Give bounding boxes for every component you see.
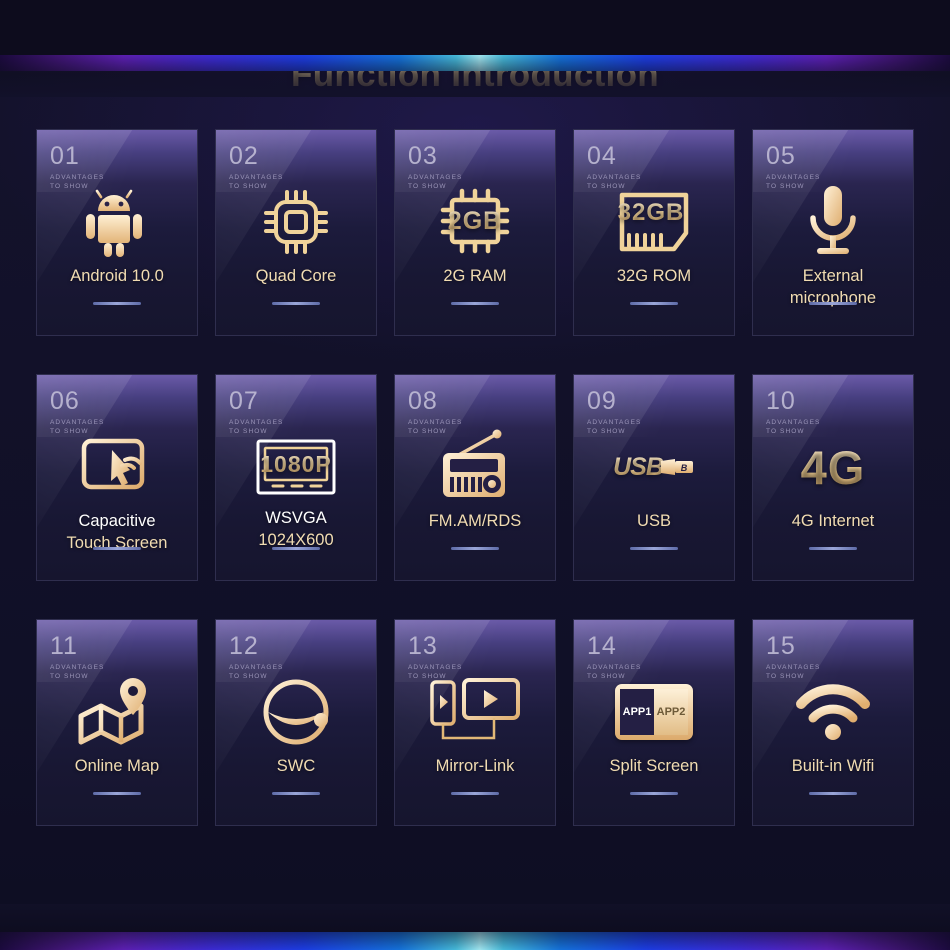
split-screen-app2-pane: APP2 — [654, 689, 688, 735]
feature-card-ram[interactable]: 03 ADVANTAGES TO SHOW 2GB 2G RAM — [394, 129, 556, 336]
sd-card-icon: 32GB — [574, 176, 734, 268]
card-accent-rule — [630, 792, 678, 795]
monitor-resolution-label: 1080P — [260, 450, 332, 477]
card-label: Built-in Wifi — [791, 757, 875, 775]
touch-screen-icon — [37, 421, 197, 513]
card-accent-rule — [93, 547, 141, 550]
card-label: WSVGA 1024X600 — [222, 508, 370, 552]
card-label: Online Map — [74, 757, 160, 775]
usb-logo-label: USB — [613, 452, 664, 481]
feature-card-resolution[interactable]: 07 ADVANTAGES TO SHOW 1080P WSVGA 1024X6… — [215, 374, 377, 581]
card-number: 15 — [766, 632, 796, 660]
feature-card-4g[interactable]: 10 ADVANTAGES TO SHOW 4G 4G Internet — [752, 374, 914, 581]
card-accent-rule — [93, 302, 141, 305]
memory-chip-label: 2GB — [447, 206, 503, 235]
card-accent-rule — [809, 792, 857, 795]
split-screen-icon: APP1 APP2 — [574, 666, 734, 758]
card-number: 10 — [766, 387, 796, 415]
feature-card-wifi[interactable]: 15 ADVANTAGES TO SHOW Built-in Wifi — [752, 619, 914, 826]
feature-card-touch-screen[interactable]: 06 ADVANTAGES TO SHOW Capacitive Touch S… — [36, 374, 198, 581]
card-number: 05 — [766, 142, 796, 170]
sd-card-label: 32GB — [617, 199, 685, 226]
card-number: 08 — [408, 387, 438, 415]
card-label-line1: External — [802, 267, 864, 285]
feature-card-android[interactable]: 01 ADVANTAGES TO SHOW Android 10.0 — [36, 129, 198, 336]
android-icon — [37, 176, 197, 268]
card-label: SWC — [276, 757, 316, 775]
card-accent-rule — [809, 302, 857, 305]
card-number: 02 — [229, 142, 259, 170]
wifi-icon — [753, 666, 913, 758]
four-g-icon: 4G — [753, 421, 913, 513]
card-number: 06 — [50, 387, 80, 415]
card-number: 11 — [50, 632, 78, 660]
feature-card-microphone[interactable]: 05 ADVANTAGES TO SHOW External microphon… — [752, 129, 914, 336]
steering-wheel-icon — [216, 666, 376, 758]
mirror-link-icon — [395, 666, 555, 758]
card-label-line2: microphone — [789, 288, 877, 307]
card-accent-rule — [630, 302, 678, 305]
card-label: 32G ROM — [616, 267, 692, 285]
bottom-gradient-strip — [0, 932, 950, 950]
card-number: 04 — [587, 142, 617, 170]
card-label: Quad Core — [255, 267, 337, 285]
usb-logo-icon: USB B — [574, 421, 734, 513]
card-number: 03 — [408, 142, 438, 170]
feature-card-radio[interactable]: 08 ADVANTAGES TO SHOW FM.AM/RDS — [394, 374, 556, 581]
card-accent-rule — [630, 547, 678, 550]
card-label: Android 10.0 — [70, 267, 164, 285]
card-accent-rule — [93, 792, 141, 795]
card-label: FM.AM/RDS — [428, 512, 522, 530]
split-screen-app1-label: APP1 — [622, 706, 652, 718]
four-g-label: 4G — [800, 440, 866, 494]
feature-card-swc[interactable]: 12 ADVANTAGES TO SHOW SWC — [215, 619, 377, 826]
feature-card-rom[interactable]: 04 ADVANTAGES TO SHOW 32GB 32G ROM — [573, 129, 735, 336]
card-label-line2: Touch Screen — [66, 533, 168, 552]
memory-chip-icon: 2GB — [395, 176, 555, 268]
feature-card-online-map[interactable]: 11 ADVANTAGES TO SHOW Online Map — [36, 619, 198, 826]
card-label: Split Screen — [609, 757, 699, 775]
card-number: 14 — [587, 632, 617, 660]
card-label: 4G Internet — [791, 512, 875, 530]
card-number: 12 — [229, 632, 259, 660]
card-number: 01 — [50, 142, 80, 170]
card-label-line1: Capacitive — [78, 512, 156, 530]
card-label-line1: WSVGA — [265, 509, 327, 527]
feature-card-usb[interactable]: 09 ADVANTAGES TO SHOW USB B USB — [573, 374, 735, 581]
card-accent-rule — [809, 547, 857, 550]
feature-card-mirror-link[interactable]: 13 ADVANTAGES TO SHOW Mirror-Link — [394, 619, 556, 826]
card-accent-rule — [451, 547, 499, 550]
split-screen-app2-label: APP2 — [656, 706, 686, 718]
monitor-icon: 1080P — [216, 421, 376, 513]
feature-card-quad-core[interactable]: 02 ADVANTAGES TO SHOW Quad Core — [215, 129, 377, 336]
page-content: Function Introduction 01 ADVANTAGES TO S… — [0, 55, 950, 950]
card-label: 2G RAM — [443, 267, 507, 285]
feature-grid: 01 ADVANTAGES TO SHOW Android 10.0 02 AD… — [36, 129, 914, 826]
radio-icon — [395, 421, 555, 513]
card-label: Mirror-Link — [435, 757, 515, 775]
top-gradient-strip — [0, 55, 950, 71]
card-accent-rule — [272, 792, 320, 795]
feature-card-split-screen[interactable]: 14 ADVANTAGES TO SHOW APP1 APP2 Split Sc… — [573, 619, 735, 826]
svg-text:B: B — [681, 463, 688, 473]
cpu-chip-icon — [216, 176, 376, 268]
card-accent-rule — [451, 792, 499, 795]
card-number: 09 — [587, 387, 617, 415]
map-pin-icon — [37, 666, 197, 758]
card-accent-rule — [451, 302, 499, 305]
card-accent-rule — [272, 547, 320, 550]
card-number: 07 — [229, 387, 259, 415]
microphone-icon — [753, 176, 913, 268]
card-label: USB — [637, 512, 671, 530]
card-accent-rule — [272, 302, 320, 305]
split-screen-app1-pane: APP1 — [620, 689, 654, 735]
card-number: 13 — [408, 632, 438, 660]
